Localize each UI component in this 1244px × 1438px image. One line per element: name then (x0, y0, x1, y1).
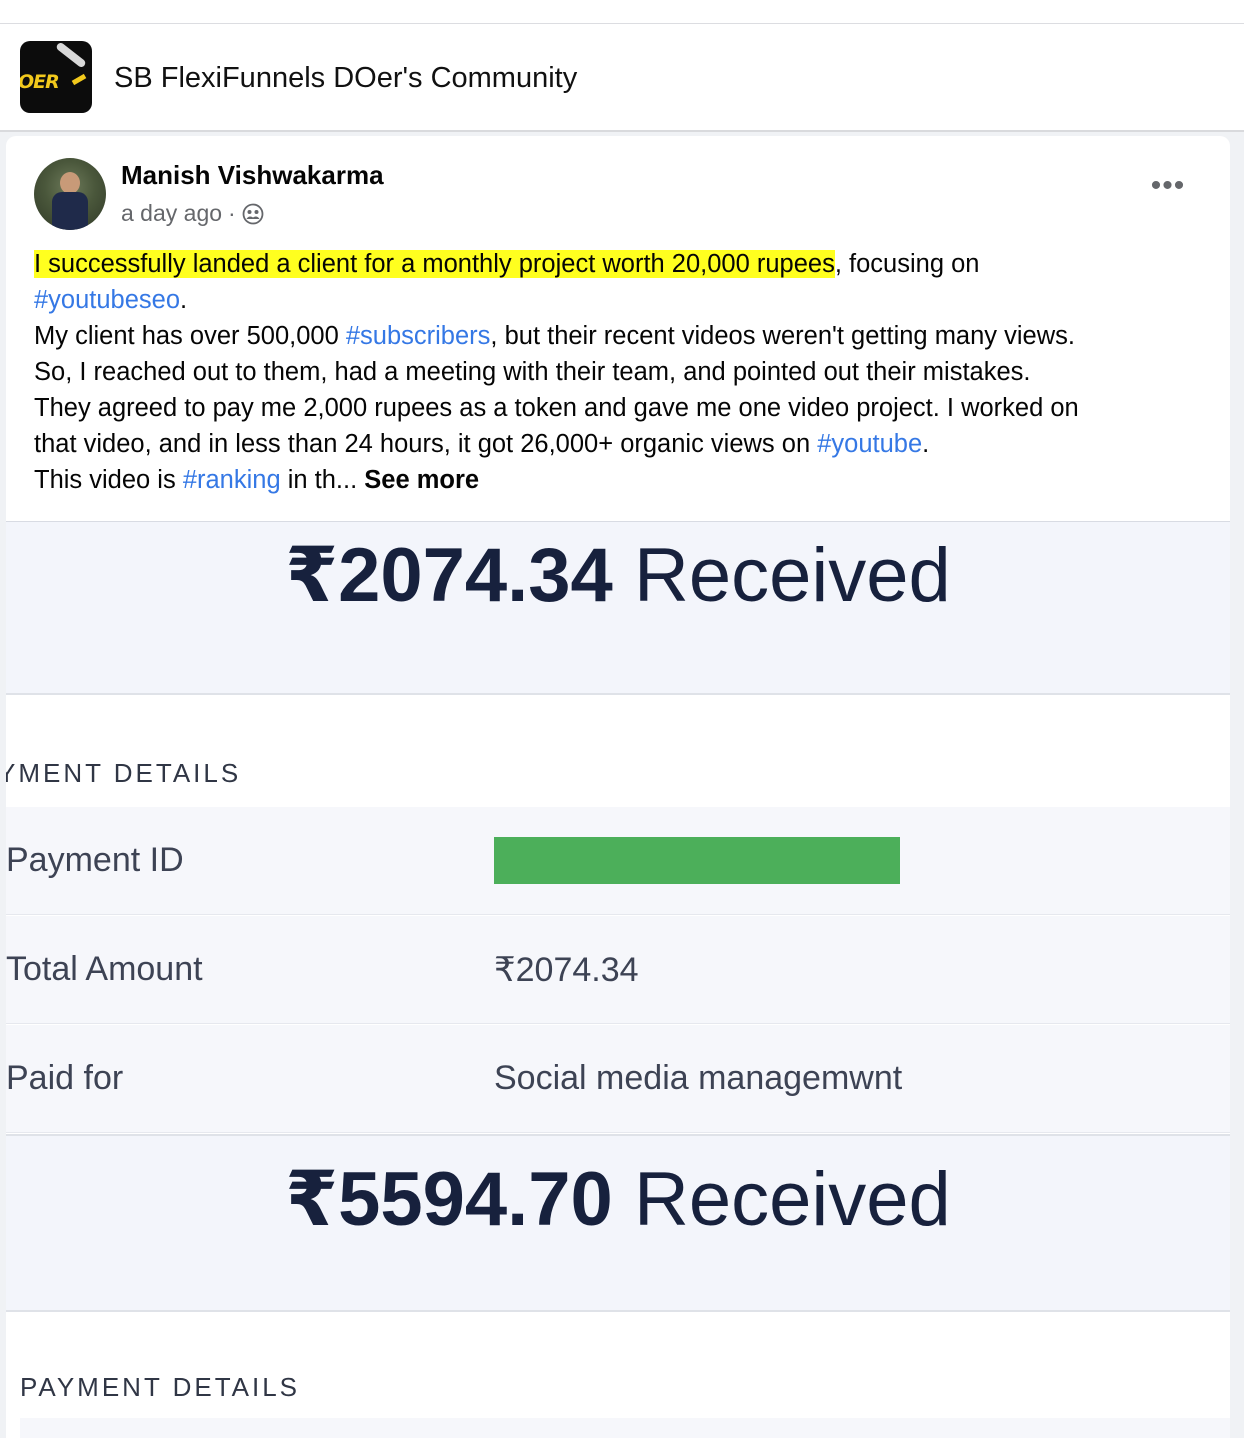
top-bar (0, 0, 1244, 24)
group-members-icon (242, 203, 264, 224)
logo-text: OER (20, 71, 60, 93)
amount-banner-2: ₹5594.70 Received (6, 1134, 1230, 1312)
see-more-link[interactable]: See more (364, 466, 479, 494)
text-segment: that video, and in less than 24 hours, i… (34, 430, 818, 458)
post-line-5: They agreed to pay me 2,000 rupees as a … (34, 394, 1079, 422)
logo-graphic-accent (71, 73, 87, 86)
group-logo[interactable]: OER (20, 41, 92, 113)
post-line-4: So, I reached out to them, had a meeting… (34, 358, 1031, 386)
post-time[interactable]: a day ago (121, 200, 222, 227)
detail-label: Paid for (6, 1059, 124, 1097)
text-segment: . (180, 286, 188, 314)
hashtag-youtubeseo[interactable]: #youtubeseo (34, 286, 180, 314)
more-options-icon: ••• (1150, 169, 1186, 202)
meta-separator: · (228, 200, 236, 226)
detail-row-payment-id: Payment ID (6, 807, 1230, 915)
post-line-7: This video is #ranking in th... See more (34, 462, 1204, 498)
post-line-2: #youtubeseo. (34, 282, 1204, 318)
detail-row-total-amount: Total Amount ₹2074.34 (6, 916, 1230, 1024)
group-header: OER SB FlexiFunnels DOer's Community (0, 24, 1244, 132)
text-segment: . (922, 430, 930, 458)
highlighted-text: I successfully landed a client for a mon… (34, 250, 835, 278)
post-line-1: I successfully landed a client for a mon… (34, 246, 1204, 282)
received-label: Received (633, 533, 951, 618)
post-body: I successfully landed a client for a mon… (34, 246, 1204, 498)
detail-label: Payment ID (6, 841, 184, 879)
post-line-6: that video, and in less than 24 hours, i… (34, 426, 1204, 462)
author-avatar[interactable] (34, 158, 106, 230)
payment-details-heading-2: PAYMENT DETAILS (20, 1372, 301, 1402)
text-segment: , focusing on (834, 250, 980, 278)
text-segment: My client has over 500,000 (34, 322, 346, 350)
group-name-link[interactable]: SB FlexiFunnels DOer's Community (114, 62, 577, 95)
payment-details-heading: YMENT DETAILS (6, 758, 242, 788)
amount-received-2: ₹5594.70 Received (6, 1154, 1230, 1243)
detail-label: Total Amount (6, 950, 203, 988)
hashtag-subscribers[interactable]: #subscribers (346, 322, 491, 350)
detail-value: Social media managemwnt (494, 1059, 903, 1097)
amount-received-1: ₹2074.34 Received (6, 530, 1230, 619)
text-segment: in th... (280, 466, 365, 494)
redacted-payment-id (494, 837, 900, 884)
received-label: Received (633, 1157, 951, 1242)
amount-value: ₹5594.70 (285, 1157, 613, 1242)
avatar-head (60, 172, 80, 194)
post-card: Manish Vishwakarma a day ago · ••• I suc… (6, 136, 1230, 1438)
avatar-body (52, 192, 88, 230)
text-segment: , but their recent videos weren't gettin… (490, 322, 1075, 350)
more-options-button[interactable]: ••• (1146, 171, 1190, 204)
post-image-receipt[interactable]: ₹2074.34 Received YMENT DETAILS Payment … (6, 521, 1230, 1438)
post-meta: a day ago · (121, 200, 264, 227)
hashtag-youtube[interactable]: #youtube (817, 430, 922, 458)
detail-row-partial (20, 1418, 1230, 1438)
text-segment: This video is (34, 466, 183, 494)
hashtag-ranking[interactable]: #ranking (183, 466, 281, 494)
detail-value: ₹2074.34 (494, 951, 639, 989)
amount-value: ₹2074.34 (285, 533, 613, 618)
logo-graphic (55, 41, 87, 69)
amount-banner-1: ₹2074.34 Received (6, 522, 1230, 695)
author-name[interactable]: Manish Vishwakarma (121, 160, 384, 191)
post-line-3: My client has over 500,000 #subscribers,… (34, 318, 1204, 354)
detail-row-paid-for: Paid for Social media managemwnt (6, 1025, 1230, 1133)
